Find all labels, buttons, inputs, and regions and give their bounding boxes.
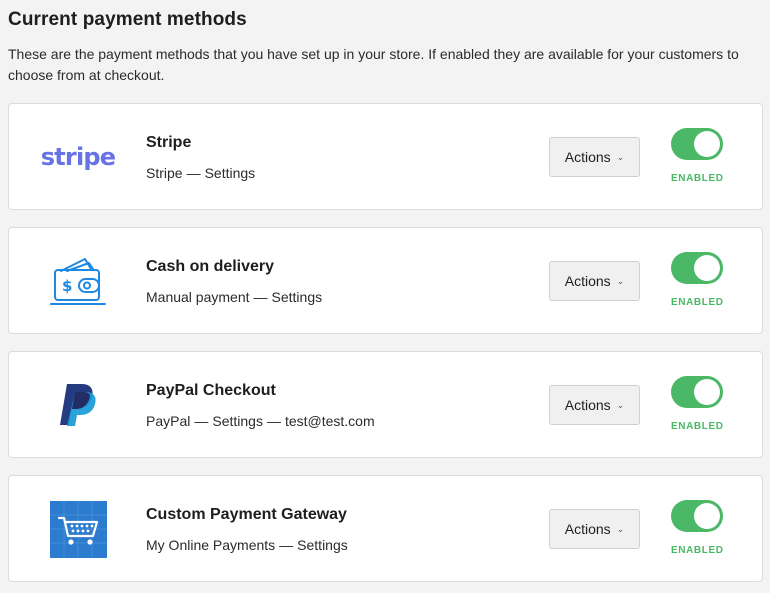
enable-toggle[interactable] (671, 252, 723, 284)
chevron-down-icon: ⌄ (616, 400, 625, 410)
payment-method-meta: PayPal — Settings — test@test.com (146, 413, 375, 429)
toggle-knob (694, 503, 720, 529)
stripe-logo-text: stripe (40, 143, 116, 171)
chevron-down-icon: ⌄ (616, 524, 625, 534)
status-label: ENABLED (671, 421, 724, 432)
toggle-knob (694, 379, 720, 405)
enable-toggle[interactable] (671, 500, 723, 532)
actions-label: Actions (564, 149, 611, 165)
toggle-knob (694, 255, 720, 281)
provider-name: My Online Payments (146, 537, 276, 553)
actions-button[interactable]: Actions ⌄ (549, 385, 640, 425)
payment-method-card-stripe: stripe Stripe Stripe — Settings Actions ⌄ … (8, 103, 763, 210)
settings-link[interactable]: Settings (272, 289, 323, 305)
payment-method-meta: Manual payment — Settings (146, 289, 323, 305)
payment-method-name: Custom Payment Gateway (146, 506, 347, 523)
payment-method-meta: Stripe — Settings (146, 165, 256, 181)
paypal-logo (43, 374, 113, 436)
actions-button[interactable]: Actions ⌄ (549, 509, 640, 549)
payment-method-card-custom-gateway: Custom Payment Gateway My Online Payment… (8, 475, 763, 582)
payment-method-card-paypal: PayPal Checkout PayPal — Settings — test@tes… (8, 351, 763, 458)
payment-method-name: Cash on delivery (146, 258, 275, 275)
provider-name: PayPal (146, 413, 191, 429)
page-description: These are the payment methods that you h… (8, 46, 739, 83)
settings-link[interactable]: Settings (212, 413, 263, 429)
svg-text:$: $ (62, 277, 72, 295)
settings-link[interactable]: Settings (297, 537, 348, 553)
actions-button[interactable]: Actions ⌄ (549, 137, 640, 177)
account-email: test@test.com (284, 413, 375, 429)
settings-link[interactable]: Settings (205, 165, 256, 181)
payment-method-meta: My Online Payments — Settings (146, 537, 348, 553)
payment-method-name: PayPal Checkout (146, 382, 276, 399)
status-label: ENABLED (671, 297, 724, 308)
chevron-down-icon: ⌄ (616, 152, 625, 162)
enable-toggle[interactable] (671, 128, 723, 160)
status-label: ENABLED (671, 173, 724, 184)
page-title: Current payment methods (8, 9, 247, 30)
actions-label: Actions (564, 521, 611, 537)
actions-label: Actions (564, 273, 611, 289)
chevron-down-icon: ⌄ (616, 276, 625, 286)
payment-method-card-cash-on-delivery: $ Cash on delivery Manual payment — Settin… (8, 227, 763, 334)
provider-name: Stripe (146, 165, 183, 181)
stripe-logo: stripe (40, 126, 116, 188)
toggle-knob (694, 131, 720, 157)
wallet-cash-icon: $ (43, 250, 113, 312)
enable-toggle[interactable] (671, 376, 723, 408)
shopping-cart-logo (43, 498, 113, 560)
payment-method-name: Stripe (146, 134, 192, 151)
provider-name: Manual payment (146, 289, 250, 305)
actions-label: Actions (564, 397, 611, 413)
status-label: ENABLED (671, 545, 724, 556)
actions-button[interactable]: Actions ⌄ (549, 261, 640, 301)
